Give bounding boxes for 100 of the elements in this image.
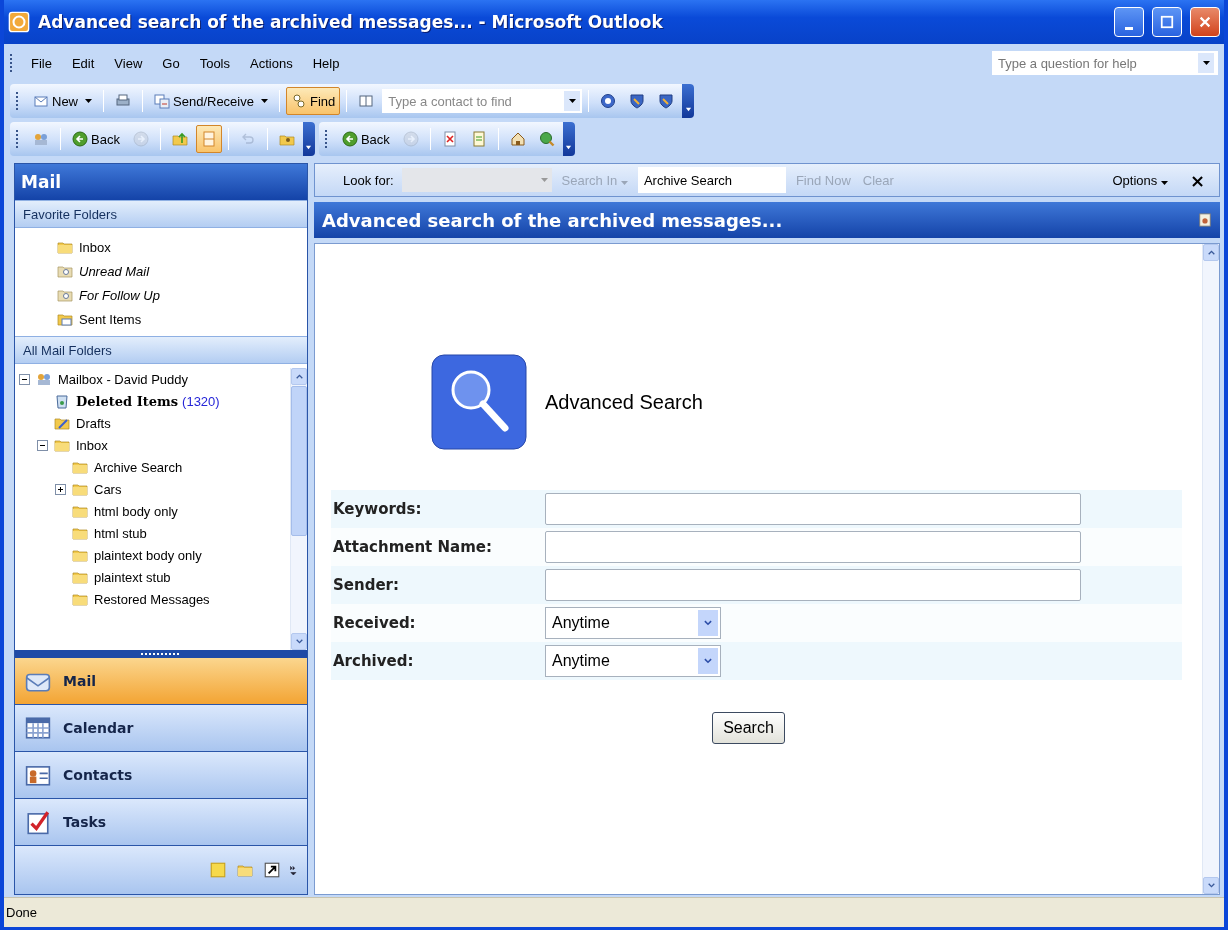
minimize-button[interactable] [1114,7,1144,37]
delete-icon [441,131,458,147]
folder-tree-item[interactable]: Cars [19,478,290,500]
new-mail-icon [33,93,49,109]
folder-label: plaintext stub [94,569,171,585]
scrollbar[interactable] [1202,244,1219,894]
contact-search-field[interactable]: Type a contact to find [382,89,583,113]
search-folder-icon [55,263,75,279]
send-receive-icon [154,93,170,109]
folder-tree-item[interactable]: Deleted Items (1320) [19,390,290,412]
back-button[interactable]: Back [336,125,395,153]
folder-icon [70,547,90,563]
reading-pane-icon [200,131,217,147]
close-find-button[interactable]: × [1185,169,1209,191]
folder-label: Mailbox - David Puddy [58,371,189,387]
new-button[interactable]: New [28,87,97,115]
inbox-folder-icon [52,437,72,453]
folder-label: Sent Items [79,311,142,327]
menu-item[interactable]: Go [154,52,188,74]
input-field[interactable] [545,569,1081,601]
scroll-down-icon [1206,881,1216,890]
navigation-button[interactable]: Tasks [15,799,307,846]
folder-label: Inbox [79,239,111,255]
minimize-icon [1125,26,1133,30]
folder-label: html body only [94,503,178,519]
window-title: Advanced search of the archived messages... - Microsoft Outlook [38,12,664,32]
folder-tree-item[interactable]: plaintext stub [19,566,290,588]
field-label: Sender: [332,576,400,594]
folder-label: html stub [94,525,147,541]
page-icon [470,131,487,147]
help-search-field[interactable]: Type a question for help [992,51,1218,75]
menu-item[interactable]: File [23,52,60,74]
folder-label: Inbox [76,437,108,453]
calendar-icon [25,715,51,741]
folder-tree-item[interactable]: Restored Messages [19,588,290,610]
folder-icon [70,481,90,497]
note-icon[interactable] [209,861,227,879]
menu-item[interactable]: Edit [63,52,103,74]
toolbar-options-icon [305,143,313,150]
folder-label: For Follow Up [79,287,160,303]
find-button[interactable]: Find [285,87,341,115]
folder-tree-item[interactable]: html stub [19,522,290,544]
options-button[interactable]: Options [1110,172,1170,188]
reading-pane-button[interactable] [195,125,222,153]
field-label: Attachment Name: [332,538,493,556]
shield-icon [658,93,675,109]
folder-tree-item[interactable]: html body only [19,500,290,522]
search-scope-field[interactable]: Archive Search [637,167,786,193]
navigation-button[interactable]: Contacts [15,752,307,799]
folder-label: Restored Messages [94,591,210,607]
folder-tree-item[interactable]: Archive Search [19,456,290,478]
navigation-button[interactable]: Mail [15,658,307,705]
mailboxes-icon [33,131,49,147]
inbox-folder-icon [55,239,75,255]
folder-tree-item[interactable]: Inbox [19,434,290,456]
scroll-up-icon [1206,248,1216,257]
favorite-folder[interactable]: Sent Items [55,308,307,330]
caret-icon [568,99,576,103]
folder-label: Archive Search [94,459,183,475]
folder-label: Drafts [76,415,111,431]
folder-tree-item[interactable]: Drafts [19,412,290,434]
folder-label: plaintext body only [94,547,202,563]
favorite-folder[interactable]: Inbox [55,236,307,258]
navigation-button[interactable]: Calendar [15,705,307,752]
menu-item[interactable]: View [106,52,151,74]
outlook-icon [8,11,30,33]
send-receive-button[interactable]: Send/Receive [149,87,273,115]
toolbar-options-icon [684,105,692,112]
menu-item[interactable]: Tools [191,52,238,74]
field-label: Keywords: [332,500,423,518]
folder-icon [70,569,90,585]
collapse-icon[interactable] [19,373,30,385]
collapse-icon[interactable] [37,439,48,451]
caret-icon [1202,61,1210,65]
folder-label: Unread Mail [79,263,150,279]
folder-icon [70,459,90,475]
input-field[interactable] [545,531,1081,563]
close-icon [1198,15,1212,29]
favorite-folder[interactable]: For Follow Up [55,284,307,306]
search-folder-icon [55,287,75,303]
folder-tree-item[interactable]: plaintext body only [19,544,290,566]
favorite-folder[interactable]: Unread Mail [55,260,307,282]
dropdown[interactable]: Anytime [545,645,721,677]
input-field[interactable] [545,493,1081,525]
print-icon [115,93,131,109]
back-button[interactable]: Back [67,125,125,153]
toolbar-options-icon [565,143,573,150]
maximize-button[interactable] [1152,7,1182,37]
menu-item[interactable]: Actions [242,52,301,74]
folder-tree-item[interactable]: Mailbox - David Puddy [19,368,290,390]
expand-icon[interactable] [55,483,66,495]
tasks-icon [25,809,51,835]
dropdown[interactable]: Anytime [545,607,721,639]
scrollbar[interactable] [290,368,307,650]
pane-title: Mail [15,164,307,200]
folder-list-icon [235,862,255,878]
menu-item[interactable]: Help [304,52,348,74]
search-button[interactable]: Search [712,712,785,744]
close-button[interactable] [1190,7,1220,37]
shortcut-icon[interactable] [263,861,281,879]
